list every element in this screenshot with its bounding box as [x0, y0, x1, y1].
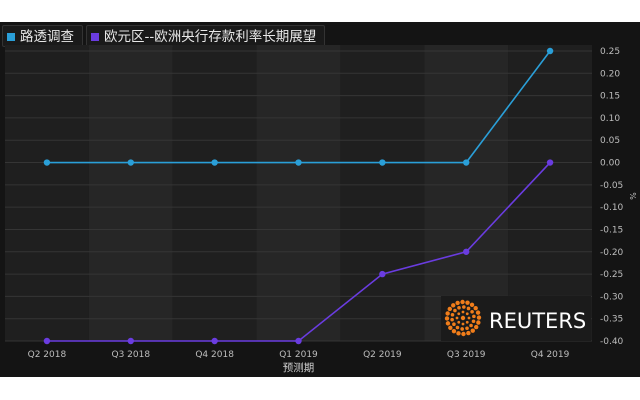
logo-dot — [448, 325, 453, 330]
data-point — [43, 337, 51, 345]
chart-svg: 0.25 0.20 0.15 0.10 0.05 0.00 -0.05 -0.10 -0.15 -… — [5, 45, 637, 374]
x-axis-label: 预测期 — [283, 361, 315, 374]
y-tick-label: 0.00 — [600, 159, 620, 169]
data-point — [463, 248, 470, 255]
logo-dot — [457, 305, 461, 310]
logo-dot — [465, 300, 470, 305]
logo-wordmark: REUTERS — [489, 309, 586, 333]
logo-dot — [470, 310, 474, 314]
logo-dot — [472, 314, 476, 319]
logo-dot — [461, 310, 465, 314]
data-point — [546, 47, 554, 55]
logo-dot — [450, 312, 455, 317]
logo-dot — [460, 299, 465, 305]
x-tick-label: Q3 2019 — [447, 350, 486, 360]
data-point — [379, 159, 386, 166]
logo-dot — [466, 330, 471, 336]
logo-dot — [447, 306, 452, 312]
logo-dot — [476, 320, 481, 325]
x-tick-label: Q3 2018 — [111, 350, 150, 360]
logo-dot — [465, 312, 469, 316]
logo-dot — [467, 316, 471, 320]
y-tick-label: 0.15 — [600, 92, 620, 102]
data-point — [546, 159, 554, 166]
data-point — [295, 337, 302, 345]
y-tick-label: 0.10 — [600, 114, 620, 124]
logo-dot — [445, 311, 450, 316]
logo-dot — [460, 327, 464, 331]
logo-dot — [457, 320, 461, 324]
logo-dot — [471, 319, 476, 324]
logo-dot — [466, 306, 471, 311]
y-tick-label: -0.05 — [600, 181, 623, 191]
data-point — [295, 159, 302, 166]
y-tick-label: -0.20 — [600, 248, 624, 258]
y-tick-label: 0.25 — [600, 47, 620, 57]
x-tick-label: Q4 2018 — [195, 350, 234, 360]
logo-dot — [460, 315, 466, 321]
logo-dot — [465, 326, 469, 331]
logo-dot — [461, 331, 466, 337]
y-tick-label: -0.35 — [600, 315, 623, 325]
logo-dot — [476, 315, 482, 320]
data-point — [211, 337, 218, 345]
y-tick-label: 0.20 — [600, 69, 620, 79]
logo-dot — [444, 316, 450, 321]
logo-dot — [456, 331, 461, 336]
logo-dot — [474, 324, 479, 330]
data-point — [43, 159, 51, 166]
logo-dot — [475, 310, 481, 315]
logo-dot — [457, 312, 461, 316]
x-tick-label: Q2 2018 — [28, 350, 67, 360]
y-axis-label: % — [628, 192, 637, 200]
y-tick-label: -0.10 — [600, 203, 624, 213]
logo-dot — [462, 305, 466, 309]
logo-dot — [469, 323, 473, 328]
x-tick-label: Q1 2019 — [279, 350, 318, 360]
logo-dot — [455, 300, 460, 306]
data-point — [127, 337, 134, 345]
logo-dot — [465, 320, 469, 324]
logo-dot — [451, 329, 457, 334]
logo-dot — [455, 325, 460, 330]
y-tick-label: -0.30 — [600, 292, 624, 302]
y-tick-label: -0.15 — [600, 225, 623, 235]
logo-dot — [469, 302, 475, 307]
data-point — [127, 159, 134, 166]
data-point — [463, 159, 470, 166]
logo-dot — [452, 322, 456, 326]
x-tick-label: Q4 2019 — [531, 350, 570, 360]
y-tick-label: -0.40 — [600, 337, 624, 347]
x-tick-label: Q2 2019 — [363, 350, 402, 360]
logo-dot — [470, 328, 475, 333]
y-tick-label: 0.05 — [600, 136, 620, 146]
data-point — [211, 159, 218, 166]
y-tick-label: -0.25 — [600, 270, 623, 280]
logo-dot — [473, 306, 478, 311]
logo-dot — [445, 321, 451, 326]
logo-dot — [461, 322, 465, 326]
logo-dot — [455, 316, 459, 320]
logo-dot — [450, 317, 454, 322]
data-point — [379, 270, 386, 278]
logo-dot — [451, 303, 456, 308]
logo-dot — [453, 308, 457, 313]
